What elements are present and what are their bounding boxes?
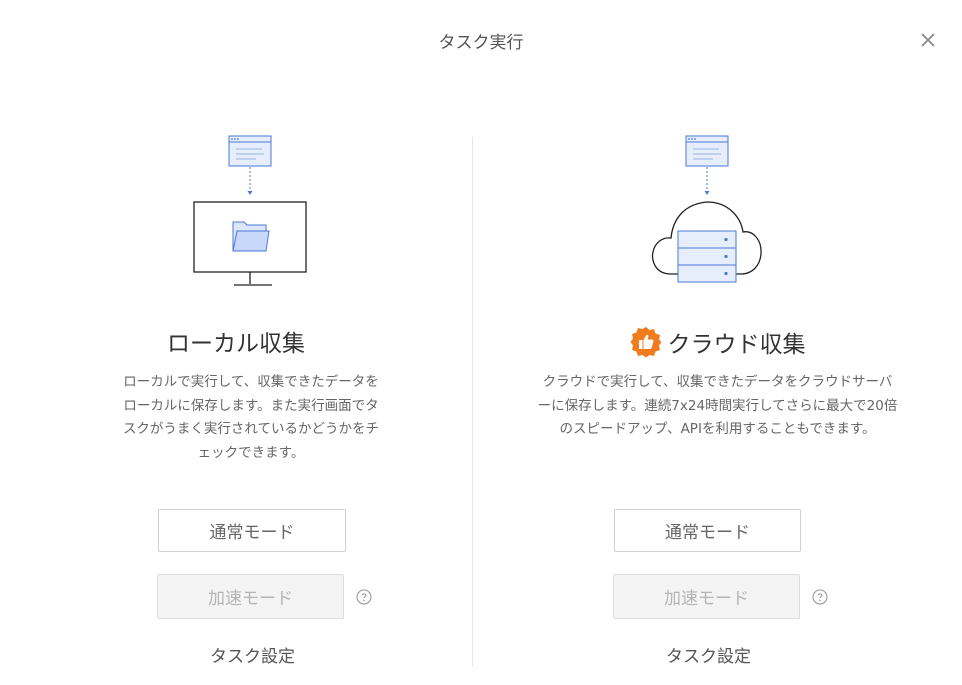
cloud-accelerated-mode-label: 加速モード — [664, 589, 749, 609]
local-description-line: スクがうまく実行されているかどうかをチ — [122, 421, 380, 437]
cloud-title-text: クラウド収集 — [667, 332, 806, 358]
cloud-normal-mode-label: 通常モード — [665, 523, 750, 543]
local-description-line: ローカルに保存します。また実行画面でタ — [123, 397, 379, 414]
local-help-icon[interactable] — [356, 589, 372, 605]
cloud-title: クラウド収集 — [473, 325, 962, 359]
local-title-text: ローカル収集 — [167, 331, 305, 357]
local-title: ローカル収集 — [0, 324, 472, 358]
cloud-accelerated-mode-button[interactable]: 加速モード — [613, 574, 800, 619]
local-description-line: ェックできます。 — [197, 444, 305, 461]
local-accelerated-mode-button[interactable]: 加速モード — [157, 574, 344, 619]
local-normal-mode-label: 通常モード — [209, 523, 295, 543]
local-collection-panel: ローカル収集 ローカルで実行して、収集できたデータを ローカルに保存します。また… — [0, 0, 472, 685]
cloud-normal-mode-button[interactable]: 通常モード — [614, 509, 801, 552]
cloud-task-settings-link[interactable]: タスク設定 — [616, 642, 801, 667]
thumbs-up-icon — [630, 327, 661, 358]
local-description: ローカルで実行して、収集できたデータを ローカルに保存します。また実行画面でタ … — [90, 371, 412, 465]
cloud-collection-panel: クラウド収集 クラウドで実行して、収集できたデータをクラウドサーバ ーに保存しま… — [473, 0, 962, 685]
local-computer-illustration — [193, 135, 307, 286]
local-accelerated-mode-label: 加速モード — [208, 589, 293, 609]
cloud-description-line: ーに保存します。連続7x24時間実行してさらに最大で20倍 — [537, 397, 898, 414]
cloud-help-icon[interactable] — [812, 589, 828, 605]
local-description-line: ローカルで実行して、収集できたデータを — [123, 374, 379, 390]
cloud-description-line: のスピードアップ、APIを利用することもできます。 — [559, 421, 876, 437]
cloud-description-line: クラウドで実行して、収集できたデータをクラウドサーバ — [542, 374, 893, 390]
cloud-server-illustration — [651, 135, 762, 283]
local-task-settings-link[interactable]: タスク設定 — [160, 642, 345, 667]
local-normal-mode-button[interactable]: 通常モード — [158, 509, 346, 552]
cloud-description: クラウドで実行して、収集できたデータをクラウドサーバ ーに保存します。連続7x2… — [495, 371, 940, 442]
